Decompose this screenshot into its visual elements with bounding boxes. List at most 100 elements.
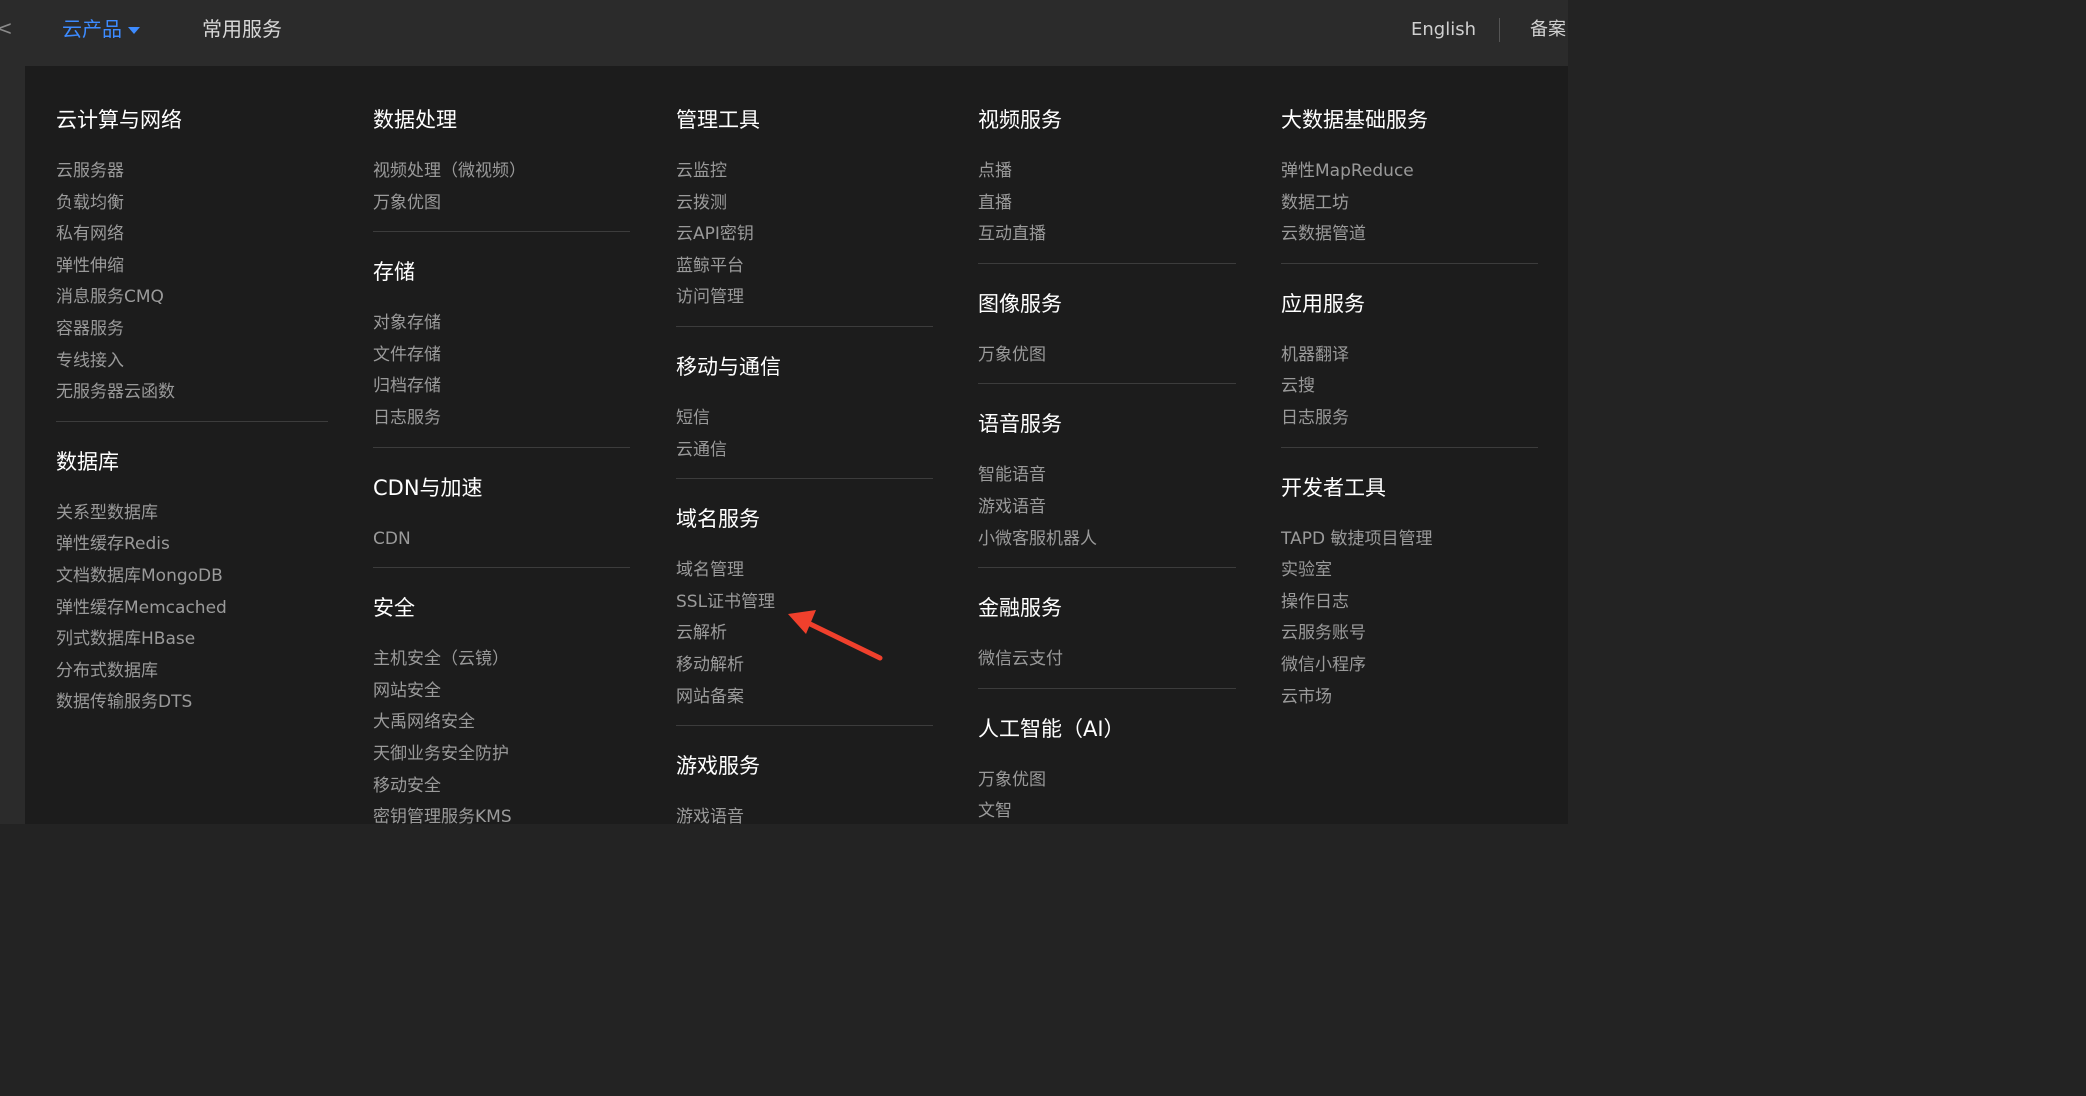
product-link[interactable]: 云服务账号: [1281, 618, 1538, 650]
product-link[interactable]: 云市场: [1281, 682, 1538, 714]
product-section: 管理工具 云监控 云拨测 云API密钥 蓝鲸平台 访问管理: [676, 106, 933, 314]
product-section: 应用服务机器翻译 云搜 日志服务: [1281, 290, 1538, 435]
nav-cloud-products[interactable]: 云产品: [62, 15, 140, 43]
product-link[interactable]: TAPD 敏捷项目管理: [1281, 524, 1538, 556]
product-link[interactable]: 云API密钥: [676, 219, 933, 251]
section-title: 云计算与网络: [56, 108, 182, 132]
product-link[interactable]: 弹性MapReduce: [1281, 156, 1538, 188]
product-column-4: 视频服务 点播 直播 互动直播 图像服务 万象优图 语音服务 智能语音 游戏语音 小微客服机器人金…: [978, 106, 1236, 828]
product-link[interactable]: 访问管理: [676, 282, 933, 314]
product-link[interactable]: 数据工坊: [1281, 188, 1538, 220]
product-link[interactable]: 直播: [978, 188, 1236, 220]
product-link[interactable]: 日志服务: [373, 403, 630, 435]
section-title: 大数据基础服务: [1281, 108, 1428, 132]
product-link[interactable]: 无服务器云函数: [56, 377, 328, 409]
product-link[interactable]: 文档数据库MongoDB: [56, 561, 328, 593]
section-title: 人工智能（AI）: [978, 716, 1125, 741]
product-link[interactable]: 对象存储: [373, 308, 630, 340]
section-title: CDN与加速: [373, 475, 483, 500]
product-link[interactable]: 云服务器: [56, 156, 328, 188]
product-column-3: 管理工具 云监控 云拨测 云API密钥 蓝鲸平台 访问管理移动与通信短信 云通信域名服务域名…: [676, 106, 933, 834]
caret-down-icon: [128, 26, 140, 34]
product-link[interactable]: 列式数据库HBase: [56, 624, 328, 656]
product-link[interactable]: 实验室: [1281, 555, 1538, 587]
product-link[interactable]: 小微客服机器人: [978, 524, 1236, 556]
product-link[interactable]: 负载均衡: [56, 188, 328, 220]
product-link[interactable]: 域名管理: [676, 555, 933, 587]
section-divider: [373, 446, 630, 448]
top-nav-bar: < 云产品 常用服务 English 备案: [0, 0, 1568, 66]
product-link[interactable]: 游戏语音: [978, 492, 1236, 524]
product-link[interactable]: 视频处理（微视频）: [373, 156, 630, 188]
product-link[interactable]: 容器服务: [56, 314, 328, 346]
nav-separator: [1499, 18, 1500, 42]
product-link[interactable]: 云数据管道: [1281, 219, 1538, 251]
product-link[interactable]: 网站备案: [676, 682, 933, 714]
product-column-5: 大数据基础服务弹性MapReduce 数据工坊 云数据管道应用服务机器翻译 云搜 日志服…: [1281, 106, 1538, 713]
product-link[interactable]: 机器翻译: [1281, 340, 1538, 372]
product-link[interactable]: 万象优图: [978, 765, 1236, 797]
product-section: 开发者工具 TAPD 敏捷项目管理 实验室 操作日志 云服务账号 微信小程序 云市场: [1281, 474, 1538, 714]
product-section: 云计算与网络云服务器 负载均衡 私有网络 弹性伸缩 消息服务CMQ 容器服务 专线接入 无服务…: [56, 106, 328, 409]
section-title: 移动与通信: [676, 354, 781, 379]
product-link[interactable]: 文智: [978, 796, 1236, 828]
product-section: 图像服务 万象优图: [978, 290, 1236, 372]
section-divider: [676, 725, 933, 727]
product-link[interactable]: 微信小程序: [1281, 650, 1538, 682]
nav-common-services[interactable]: 常用服务: [202, 15, 282, 43]
product-link[interactable]: 点播: [978, 156, 1236, 188]
section-title: 数据处理: [373, 108, 457, 132]
product-link[interactable]: 大禹网络安全: [373, 707, 630, 739]
product-link[interactable]: CDN: [373, 524, 630, 556]
product-link[interactable]: 云监控: [676, 156, 933, 188]
section-divider: [676, 325, 933, 327]
product-link[interactable]: 消息服务CMQ: [56, 282, 328, 314]
section-divider: [373, 567, 630, 569]
product-link[interactable]: 分布式数据库: [56, 656, 328, 688]
product-link[interactable]: 云通信: [676, 435, 933, 467]
section-title: 应用服务: [1281, 291, 1365, 316]
product-link[interactable]: 云拨测: [676, 188, 933, 220]
product-link[interactable]: 万象优图: [373, 188, 630, 220]
product-link[interactable]: 移动安全: [373, 771, 630, 803]
product-link[interactable]: 文件存储: [373, 340, 630, 372]
product-link[interactable]: 万象优图: [978, 340, 1236, 372]
section-divider: [56, 420, 328, 422]
left-side-strip: [0, 66, 25, 824]
section-title: 域名服务: [676, 507, 760, 532]
product-link[interactable]: 云搜: [1281, 371, 1538, 403]
product-link[interactable]: 网站安全: [373, 676, 630, 708]
product-link[interactable]: 微信云支付: [978, 644, 1236, 676]
product-link[interactable]: 短信: [676, 403, 933, 435]
product-link[interactable]: 弹性缓存Memcached: [56, 593, 328, 625]
product-link[interactable]: 私有网络: [56, 219, 328, 251]
product-link[interactable]: 弹性缓存Redis: [56, 529, 328, 561]
section-divider: [978, 687, 1236, 689]
product-link[interactable]: 智能语音: [978, 460, 1236, 492]
product-column-1: 云计算与网络云服务器 负载均衡 私有网络 弹性伸缩 消息服务CMQ 容器服务 专线接入 无服务…: [56, 106, 328, 719]
record-link[interactable]: 备案: [1530, 18, 1566, 42]
section-divider: [676, 478, 933, 480]
section-divider: [978, 262, 1236, 264]
product-section: 存储 对象存储 文件存储 归档存储 日志服务: [373, 258, 630, 434]
product-section: 数据库 关系型数据库 弹性缓存Redis 文档数据库MongoDB 弹性缓存Memcac…: [56, 448, 328, 719]
product-link[interactable]: 日志服务: [1281, 403, 1538, 435]
product-link[interactable]: 天御业务安全防护: [373, 739, 630, 771]
product-section: 人工智能（AI） 万象优图 文智: [978, 715, 1236, 828]
product-link[interactable]: 主机安全（云镜）: [373, 644, 630, 676]
section-title: 语音服务: [978, 412, 1062, 437]
product-link[interactable]: 蓝鲸平台: [676, 251, 933, 283]
section-title: 安全: [373, 596, 415, 621]
section-title: 金融服务: [978, 596, 1062, 621]
product-link[interactable]: 密钥管理服务KMS: [373, 802, 630, 834]
product-section: 安全主机安全（云镜） 网站安全 大禹网络安全 天御业务安全防护 移动安全 密钥管理服务KM…: [373, 594, 630, 834]
product-link[interactable]: 游戏语音: [676, 802, 933, 834]
product-link[interactable]: 归档存储: [373, 371, 630, 403]
product-link[interactable]: 数据传输服务DTS: [56, 687, 328, 719]
product-link[interactable]: 专线接入: [56, 346, 328, 378]
product-link[interactable]: 弹性伸缩: [56, 251, 328, 283]
product-link[interactable]: 互动直播: [978, 219, 1236, 251]
product-link[interactable]: 操作日志: [1281, 587, 1538, 619]
language-switch[interactable]: English: [1411, 18, 1476, 42]
product-link[interactable]: 关系型数据库: [56, 498, 328, 530]
